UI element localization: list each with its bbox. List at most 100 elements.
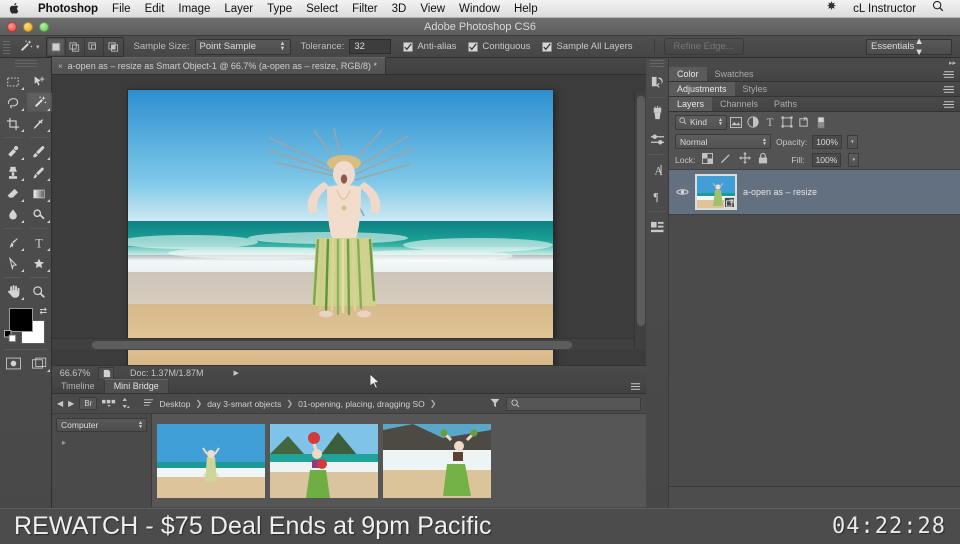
horizontal-scrollbar[interactable] [52, 338, 634, 350]
thumbnail-item[interactable] [157, 424, 265, 498]
history-brush-tool[interactable] [26, 162, 52, 183]
brush-presets-icon[interactable] [646, 100, 668, 126]
properties-icon[interactable] [646, 214, 668, 240]
magic-wand-icon[interactable] [14, 37, 36, 57]
history-icon[interactable] [646, 69, 668, 95]
blend-mode-select[interactable]: Normal ▲ ▼ [675, 134, 771, 149]
minimize-button[interactable] [23, 22, 33, 32]
lasso-tool[interactable] [0, 92, 26, 113]
panel-menu-icon[interactable] [943, 67, 960, 81]
layer-thumbnail[interactable] [695, 174, 737, 210]
menu-layer[interactable]: Layer [217, 0, 260, 18]
tab-swatches[interactable]: Swatches [707, 67, 762, 81]
selection-mode-group[interactable] [45, 36, 124, 57]
adjustments-slider-icon[interactable] [646, 126, 668, 152]
workspace-select[interactable]: Essentials ▲ ▼ [866, 36, 952, 58]
tools-panel-grip[interactable] [14, 60, 37, 69]
panel-menu-icon[interactable] [943, 82, 960, 96]
refine-edge-button[interactable]: Refine Edge... [663, 38, 744, 55]
table-row[interactable]: a-open as – resize [669, 169, 960, 215]
tool-preset-caret-icon[interactable]: ▾ [36, 43, 40, 51]
menu-image[interactable]: Image [171, 0, 217, 18]
fill-stepper[interactable]: ▾ [848, 153, 860, 167]
tab-color[interactable]: Color [669, 67, 707, 81]
breadcrumb-item-lesson[interactable]: 01-opening, placing, dragging SO [298, 399, 425, 409]
type-layer-icon[interactable]: T [761, 114, 778, 130]
lock-position-icon[interactable] [739, 151, 752, 169]
brush-tool[interactable] [26, 141, 52, 162]
layer-filter-kind-select[interactable]: Kind ▲ ▼ [675, 114, 727, 130]
vertical-scrollbar[interactable] [634, 92, 646, 350]
launch-bridge-button[interactable]: Br [79, 397, 98, 410]
lock-transparent-icon[interactable] [702, 151, 714, 169]
sparkle-icon[interactable] [818, 0, 845, 18]
dodge-tool[interactable] [26, 204, 52, 225]
subtract-from-selection-button[interactable] [84, 37, 104, 56]
tab-channels[interactable]: Channels [712, 97, 766, 111]
anti-alias-checkbox[interactable]: Anti-alias [403, 41, 456, 52]
tab-styles[interactable]: Styles [735, 82, 776, 96]
scroll-thumb[interactable] [92, 341, 572, 349]
menu-filter[interactable]: Filter [345, 0, 385, 18]
new-selection-button[interactable] [46, 37, 66, 56]
contiguous-checkbox[interactable]: Contiguous [468, 41, 530, 52]
pixel-layer-icon[interactable] [727, 114, 744, 130]
path-selection-tool[interactable] [0, 253, 26, 274]
add-to-selection-button[interactable] [65, 37, 85, 56]
panel-menu-icon[interactable] [630, 382, 646, 393]
menu-edit[interactable]: Edit [138, 0, 172, 18]
gradient-tool[interactable] [26, 183, 52, 204]
magic-wand-tool[interactable] [26, 92, 52, 113]
zoom-tool[interactable] [26, 281, 52, 302]
document-size-status[interactable]: Doc: 1.37M/1.87M ▶ [120, 368, 249, 378]
thumbnail-item[interactable] [383, 424, 491, 498]
source-select[interactable]: Computer ▲ ▼ [56, 418, 147, 432]
canvas-image[interactable] [128, 90, 553, 365]
filter-toggle-icon[interactable] [812, 114, 829, 130]
breadcrumb-item-day3[interactable]: day 3-smart objects [207, 399, 281, 409]
screen-mode-icon[interactable] [26, 353, 52, 374]
opacity-stepper[interactable]: ▾ [846, 134, 858, 149]
character-icon[interactable]: A [646, 157, 668, 183]
menu-3d[interactable]: 3D [385, 0, 414, 18]
menu-window[interactable]: Window [452, 0, 507, 18]
opacity-input[interactable]: 100% [812, 134, 842, 149]
tab-adjustments[interactable]: Adjustments [669, 82, 735, 96]
window-controls[interactable] [7, 22, 49, 32]
layer-name[interactable]: a-open as – resize [743, 187, 817, 197]
marquee-tool[interactable] [0, 71, 26, 92]
status-thumbnail-icon[interactable] [98, 366, 114, 380]
tab-layers[interactable]: Layers [669, 97, 713, 111]
path-menu-icon[interactable] [143, 398, 154, 409]
lock-image-icon[interactable] [720, 151, 732, 169]
custom-shape-tool[interactable] [26, 253, 52, 274]
blur-tool[interactable] [0, 204, 26, 225]
lock-all-icon[interactable] [758, 151, 768, 169]
zoom-level-input[interactable]: 66.67% [52, 368, 98, 378]
paragraph-icon[interactable]: ¶ [646, 183, 668, 209]
forward-arrow-icon[interactable]: ▶ [68, 399, 74, 408]
pen-tool[interactable] [0, 232, 26, 253]
sort-icon[interactable] [121, 397, 132, 410]
eraser-tool[interactable] [0, 183, 26, 204]
back-arrow-icon[interactable]: ◀ [57, 399, 63, 408]
tab-paths[interactable]: Paths [766, 97, 805, 111]
menu-help[interactable]: Help [507, 0, 545, 18]
crop-tool[interactable] [0, 113, 26, 134]
clone-stamp-tool[interactable] [0, 162, 26, 183]
quick-mask-icon[interactable] [0, 353, 26, 374]
canvas[interactable] [52, 75, 646, 365]
scroll-thumb[interactable] [637, 96, 645, 326]
filter-icon[interactable] [490, 395, 500, 413]
menu-view[interactable]: View [413, 0, 452, 18]
shape-layer-icon[interactable] [778, 114, 795, 130]
tab-mini-bridge[interactable]: Mini Bridge [103, 379, 169, 393]
foreground-color-swatch[interactable] [9, 308, 33, 332]
tab-timeline[interactable]: Timeline [52, 380, 104, 393]
expand-panels-icon[interactable]: ▸▸ [949, 59, 956, 67]
menu-user[interactable]: cL Instructor [845, 0, 924, 18]
eyedropper-tool[interactable] [26, 113, 52, 134]
type-tool[interactable]: T [26, 232, 52, 253]
breadcrumb-item-desktop[interactable]: Desktop [159, 399, 190, 409]
menu-photoshop[interactable]: Photoshop [31, 0, 105, 18]
